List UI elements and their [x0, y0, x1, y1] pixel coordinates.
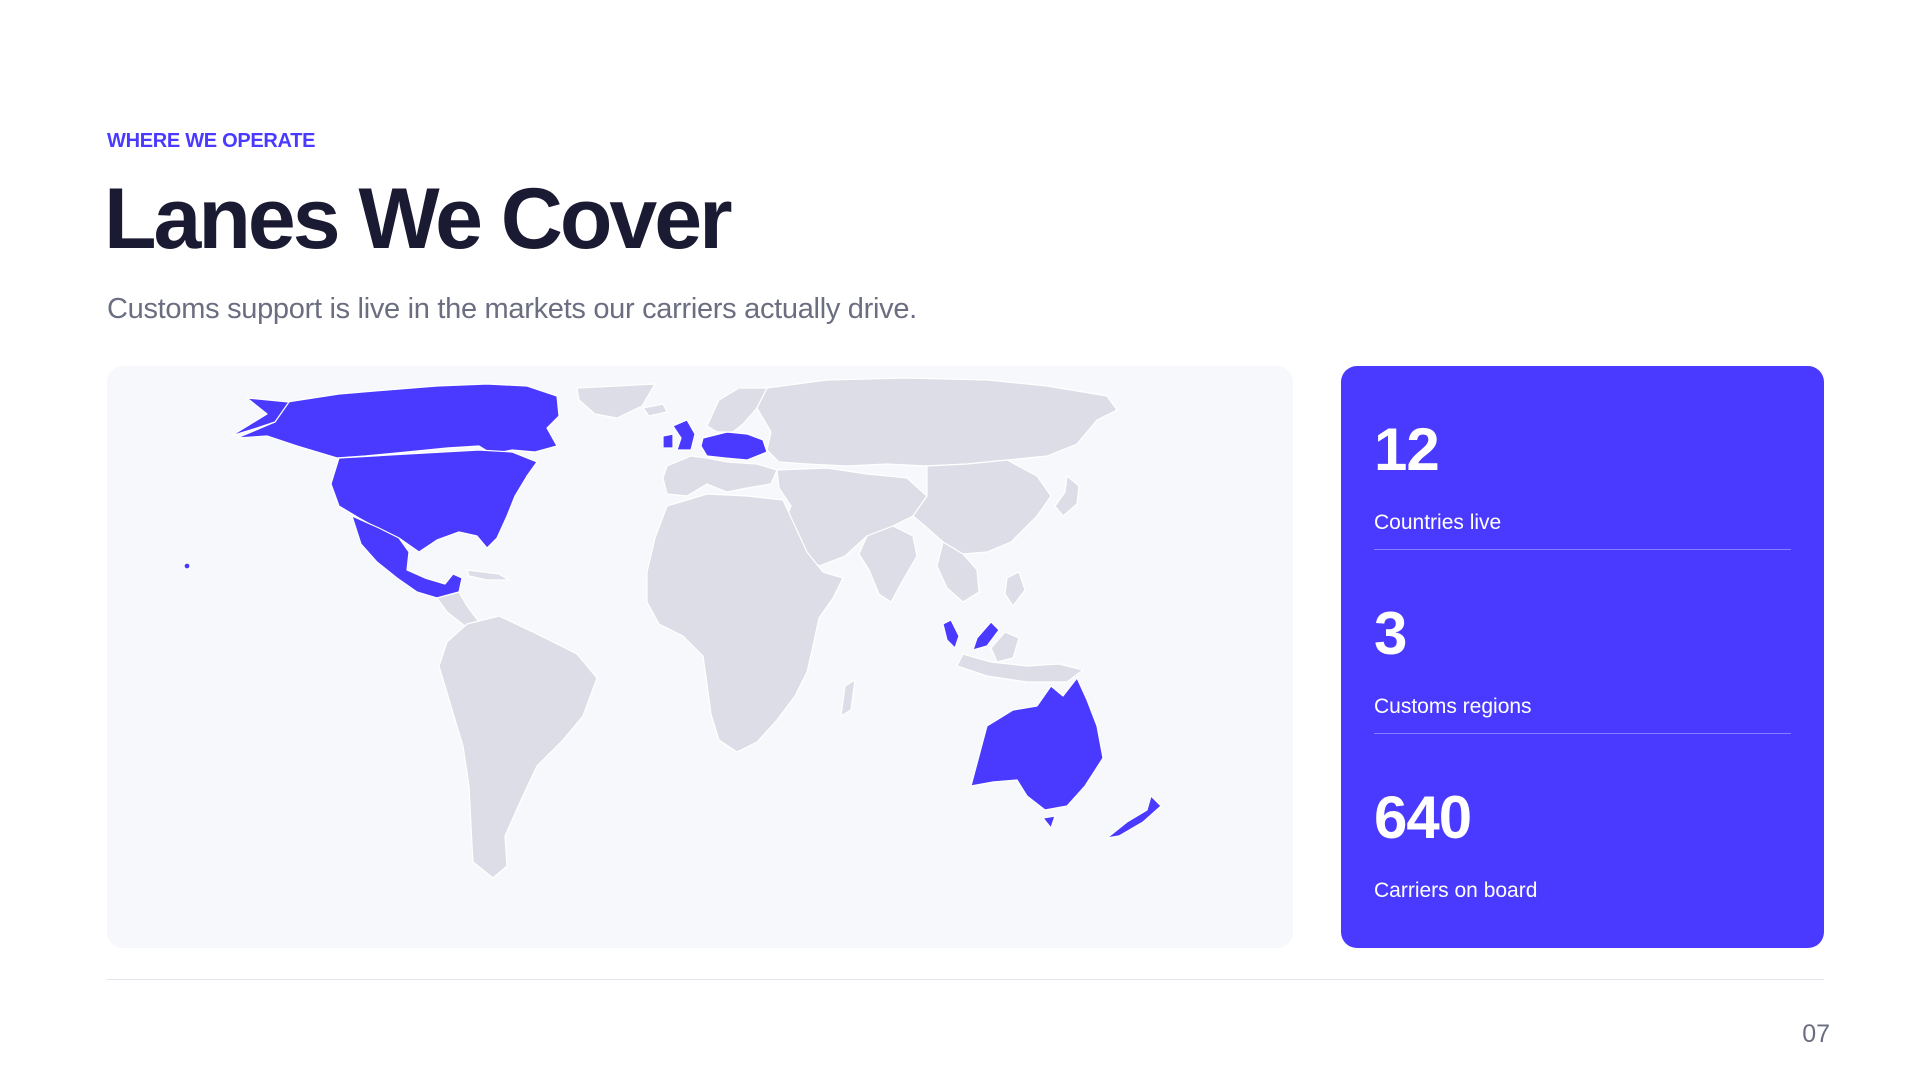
map-region-hawaii [183, 562, 191, 570]
world-map [183, 377, 1162, 879]
stat-carriers-on-board: 640 Carriers on board [1374, 734, 1791, 917]
map-region-japan [1054, 475, 1080, 517]
map-region-malaysia-peninsula [942, 619, 960, 649]
page-title: Lanes We Cover [104, 171, 733, 267]
map-region-canada [236, 383, 560, 459]
stat-value: 640 [1374, 784, 1472, 851]
map-region-greenland [576, 383, 656, 419]
stat-value: 3 [1374, 600, 1407, 667]
map-region-borneo [990, 631, 1020, 663]
map-region-uk [672, 419, 696, 451]
stat-value: 12 [1374, 416, 1440, 483]
stat-label: Carriers on board [1374, 879, 1538, 902]
stat-countries-live: 12 Countries live [1374, 366, 1791, 549]
page-number: 07 [1802, 1020, 1830, 1048]
map-region-tasmania [1042, 815, 1056, 829]
map-region-india [858, 525, 918, 603]
slide: WHERE WE OPERATE Lanes We Cover Customs … [0, 0, 1920, 1080]
world-map-panel [107, 366, 1293, 948]
section-eyebrow: WHERE WE OPERATE [107, 130, 316, 152]
map-region-southern-europe [662, 455, 778, 497]
map-region-madagascar [840, 679, 856, 717]
map-region-iceland [642, 403, 668, 417]
map-region-philippines [1004, 571, 1026, 607]
map-region-east-asia [912, 459, 1052, 555]
map-region-caribbean [466, 569, 510, 581]
map-region-russia [756, 377, 1118, 467]
map-region-australia [970, 677, 1104, 811]
stat-customs-regions: 3 Customs regions [1374, 550, 1791, 733]
stats-panel: 12 Countries live 3 Customs regions 640 … [1341, 366, 1824, 948]
stat-label: Countries live [1374, 511, 1502, 534]
footer-divider [107, 979, 1824, 980]
map-region-ireland [662, 433, 674, 449]
map-region-central-europe [700, 431, 768, 461]
map-region-south-america [438, 615, 598, 879]
page-subtitle: Customs support is live in the markets o… [107, 293, 917, 325]
map-region-new-zealand [1106, 795, 1162, 839]
stat-label: Customs regions [1374, 695, 1532, 718]
map-region-indonesia [956, 653, 1084, 683]
